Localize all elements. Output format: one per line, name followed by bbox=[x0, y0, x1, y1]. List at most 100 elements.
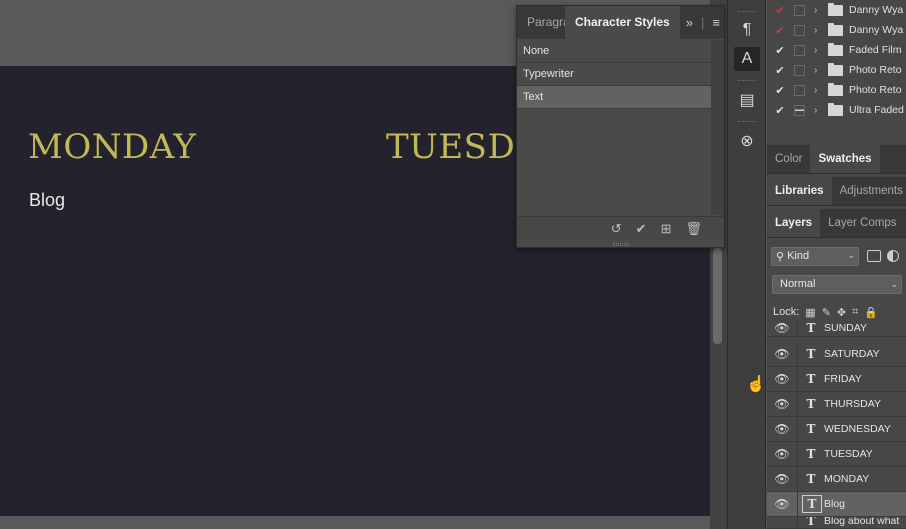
dialog-toggle-box[interactable] bbox=[794, 44, 805, 56]
folder-icon bbox=[828, 102, 843, 116]
chevron-right-icon[interactable]: › bbox=[814, 45, 826, 56]
layer-row[interactable]: T Blog about what bbox=[767, 517, 906, 529]
layer-row[interactable]: 👁 T FRIDAY bbox=[767, 367, 906, 392]
history-row[interactable]: ✔ › Danny Wya bbox=[767, 20, 906, 40]
dock-separator bbox=[738, 11, 756, 14]
dialog-toggle-box[interactable] bbox=[794, 64, 805, 76]
tab-swatches[interactable]: Swatches bbox=[810, 145, 880, 173]
visibility-eye-icon[interactable] bbox=[767, 517, 798, 528]
check-icon[interactable]: ✔ bbox=[774, 84, 786, 97]
lock-position-icon[interactable]: ✥ bbox=[837, 306, 846, 319]
lock-label: Lock: bbox=[773, 306, 800, 318]
redefine-style-icon[interactable]: ✔ bbox=[636, 221, 647, 237]
chevron-right-icon[interactable]: › bbox=[814, 25, 826, 36]
lock-image-pixels-icon[interactable]: ✎ bbox=[822, 306, 831, 319]
folder-icon bbox=[828, 22, 843, 36]
check-icon[interactable]: ✔ bbox=[774, 24, 786, 37]
layer-name: WEDNESDAY bbox=[824, 423, 891, 435]
pixel-layer-filter-icon[interactable] bbox=[867, 250, 881, 262]
dialog-toggle-box[interactable] bbox=[794, 104, 805, 116]
layer-row[interactable]: 👁 T TUESDAY bbox=[767, 442, 906, 467]
layer-row[interactable]: 👁 T SATURDAY bbox=[767, 342, 906, 367]
text-layer-icon: T bbox=[806, 372, 816, 386]
character-styles-panel: Paragra Character Styles » | ≡ None Type… bbox=[516, 5, 725, 248]
delete-style-icon[interactable]: 🗑 bbox=[685, 221, 702, 237]
tab-layer-comps[interactable]: Layer Comps bbox=[820, 209, 904, 237]
visibility-eye-icon[interactable]: 👁 bbox=[767, 467, 798, 491]
doc-heading-tuesday[interactable]: TUESD bbox=[386, 127, 515, 167]
chevron-right-icon[interactable]: › bbox=[814, 85, 826, 96]
tab-adjustments[interactable]: Adjustments bbox=[832, 177, 906, 205]
doc-heading-monday[interactable]: MONDAY bbox=[28, 127, 196, 167]
tab-color[interactable]: Color bbox=[767, 145, 810, 173]
panel-resize-grip[interactable] bbox=[613, 243, 629, 246]
visibility-eye-icon[interactable]: 👁 bbox=[767, 342, 798, 366]
dialog-toggle-box[interactable] bbox=[794, 84, 805, 96]
history-row[interactable]: ✔ › Ultra Faded bbox=[767, 100, 906, 120]
scrollbar-thumb[interactable] bbox=[713, 248, 722, 344]
blend-mode-select[interactable]: Normal ⌄ bbox=[772, 275, 902, 294]
kind-filter-select[interactable]: ⚲ Kind ⌄ bbox=[771, 246, 859, 266]
grip-divider-icon: | bbox=[701, 15, 705, 30]
paragraph-icon[interactable]: ¶ bbox=[734, 18, 760, 42]
layer-row-selected[interactable]: 👁 T Blog bbox=[767, 492, 906, 517]
visibility-eye-icon[interactable]: 👁 bbox=[767, 367, 798, 391]
visibility-eye-icon[interactable]: 👁 bbox=[767, 442, 798, 466]
visibility-eye-icon[interactable]: 👁 bbox=[767, 417, 798, 441]
visibility-eye-icon[interactable]: 👁 bbox=[767, 320, 798, 336]
dialog-toggle-box[interactable] bbox=[794, 24, 805, 36]
text-layer-icon: T bbox=[806, 397, 816, 411]
chevron-right-icon[interactable]: › bbox=[814, 105, 826, 116]
notes-icon[interactable]: ▤ bbox=[734, 88, 760, 112]
dialog-toggle-box[interactable] bbox=[794, 4, 805, 16]
clear-override-icon[interactable]: ↺ bbox=[611, 221, 622, 237]
layer-row[interactable]: 👁 T MONDAY bbox=[767, 467, 906, 492]
layer-row[interactable]: 👁 T WEDNESDAY bbox=[767, 417, 906, 442]
layers-tab-bar: Layers Layer Comps bbox=[767, 209, 906, 238]
collapse-panel-icon[interactable]: » bbox=[686, 15, 693, 30]
layer-row[interactable]: 👁 T SUNDAY bbox=[767, 320, 906, 337]
chevron-right-icon[interactable]: › bbox=[814, 5, 826, 16]
dock-separator bbox=[738, 121, 756, 124]
check-icon[interactable]: ✔ bbox=[774, 4, 786, 17]
visibility-eye-icon[interactable]: 👁 bbox=[767, 492, 798, 516]
channels-icon[interactable]: ⊗ bbox=[734, 129, 760, 153]
search-icon: ⚲ bbox=[776, 250, 785, 263]
history-row[interactable]: ✔ › Photo Reto bbox=[767, 60, 906, 80]
blend-mode-value: Normal bbox=[780, 278, 816, 290]
history-row[interactable]: ✔ › Faded Film bbox=[767, 40, 906, 60]
chevron-right-icon[interactable]: › bbox=[814, 65, 826, 76]
folder-icon bbox=[828, 2, 843, 16]
style-item-text[interactable]: Text bbox=[517, 86, 711, 109]
layers-filter-toolbar: ⚲ Kind ⌄ bbox=[767, 242, 906, 270]
tab-libraries[interactable]: Libraries bbox=[767, 177, 832, 205]
panel-menu-icon[interactable]: ≡ bbox=[712, 15, 720, 30]
lock-transparency-icon[interactable]: ▦ bbox=[805, 306, 815, 319]
lock-artboard-icon[interactable]: ⌗ bbox=[852, 306, 858, 319]
adjustment-layer-filter-icon[interactable] bbox=[887, 250, 899, 262]
check-icon[interactable]: ✔ bbox=[774, 44, 786, 57]
tab-layers[interactable]: Layers bbox=[767, 209, 821, 237]
text-layer-icon: T bbox=[806, 517, 816, 528]
tab-character-styles[interactable]: Character Styles bbox=[565, 6, 680, 39]
check-icon[interactable]: ✔ bbox=[774, 64, 786, 77]
chevron-down-icon: ⌄ bbox=[890, 279, 898, 289]
check-icon[interactable]: ✔ bbox=[774, 104, 786, 117]
layer-name: Blog about what bbox=[824, 517, 900, 527]
panel-tab-bar: Paragra Character Styles » | ≡ bbox=[517, 6, 724, 39]
layer-row[interactable]: 👁 T THURSDAY bbox=[767, 392, 906, 417]
history-row[interactable]: ✔ › Photo Reto bbox=[767, 80, 906, 100]
style-item-none[interactable]: None bbox=[517, 40, 711, 63]
style-item-typewriter[interactable]: Typewriter bbox=[517, 63, 711, 86]
doc-body-text[interactable]: Blog bbox=[29, 190, 65, 211]
layer-name: MONDAY bbox=[824, 473, 870, 485]
kind-filter-value: Kind bbox=[787, 250, 810, 262]
tab-paragraph-styles[interactable]: Paragra bbox=[517, 6, 565, 39]
layer-name: SATURDAY bbox=[824, 348, 880, 360]
visibility-eye-icon[interactable]: 👁 bbox=[767, 392, 798, 416]
lock-all-icon[interactable]: 🔒 bbox=[864, 306, 878, 319]
character-styles-icon[interactable]: A bbox=[734, 47, 760, 71]
history-row[interactable]: ✔ › Danny Wya bbox=[767, 0, 906, 20]
new-style-icon[interactable]: ⊞ bbox=[661, 221, 672, 237]
style-list-scrollbar[interactable] bbox=[711, 40, 724, 215]
